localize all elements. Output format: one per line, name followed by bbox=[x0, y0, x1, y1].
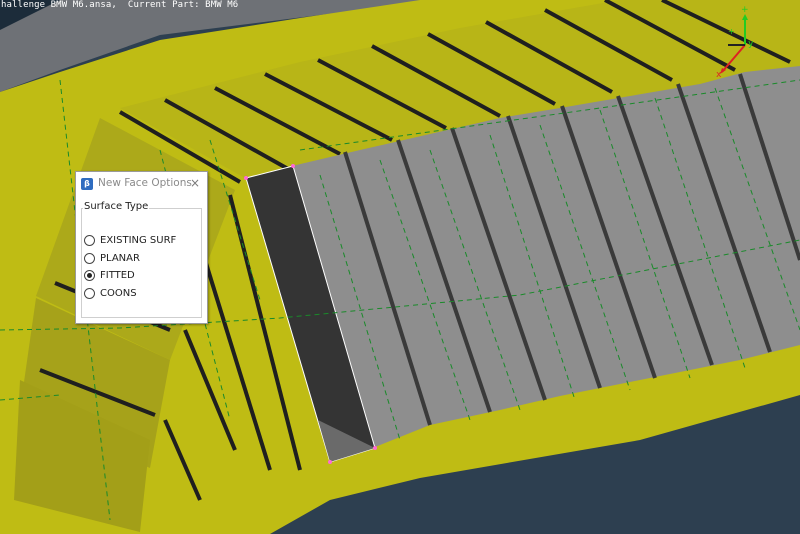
surface-type-group-title: Surface Type bbox=[83, 201, 150, 212]
radio-existing-surf[interactable]: EXISTING SURF bbox=[84, 233, 176, 247]
selection-vertex bbox=[328, 460, 332, 464]
dialog-title: New Face Options bbox=[98, 177, 192, 189]
close-icon[interactable]: × bbox=[189, 176, 201, 190]
radio-button-icon[interactable] bbox=[84, 234, 95, 246]
radio-planar[interactable]: PLANAR bbox=[84, 251, 140, 265]
y-axis-label: y bbox=[748, 39, 754, 49]
radio-button-icon[interactable] bbox=[84, 287, 95, 299]
radio-button-icon[interactable] bbox=[84, 252, 95, 264]
selection-vertex bbox=[373, 446, 377, 450]
radio-label: COONS bbox=[100, 287, 137, 299]
svg-text:+: + bbox=[728, 27, 735, 36]
x-axis-label: x bbox=[716, 70, 722, 80]
ansa-app-icon: β bbox=[81, 178, 93, 190]
svg-text:+: + bbox=[741, 5, 749, 15]
dialog-titlebar[interactable]: β New Face Options × bbox=[76, 172, 207, 196]
selection-vertex bbox=[244, 176, 248, 180]
radio-coons[interactable]: COONS bbox=[84, 286, 137, 300]
selection-vertex bbox=[291, 164, 295, 168]
status-bar-text: hallenge BMW M6.ansa, Current Part: BMW … bbox=[1, 0, 239, 10]
radio-label: FITTED bbox=[100, 269, 135, 281]
radio-label: EXISTING SURF bbox=[100, 234, 177, 246]
new-face-options-dialog: β New Face Options × Surface Type EXISTI… bbox=[75, 171, 208, 324]
radio-label: PLANAR bbox=[100, 252, 140, 264]
radio-fitted[interactable]: FITTED bbox=[84, 268, 135, 282]
radio-button-checked-icon[interactable] bbox=[84, 269, 95, 281]
